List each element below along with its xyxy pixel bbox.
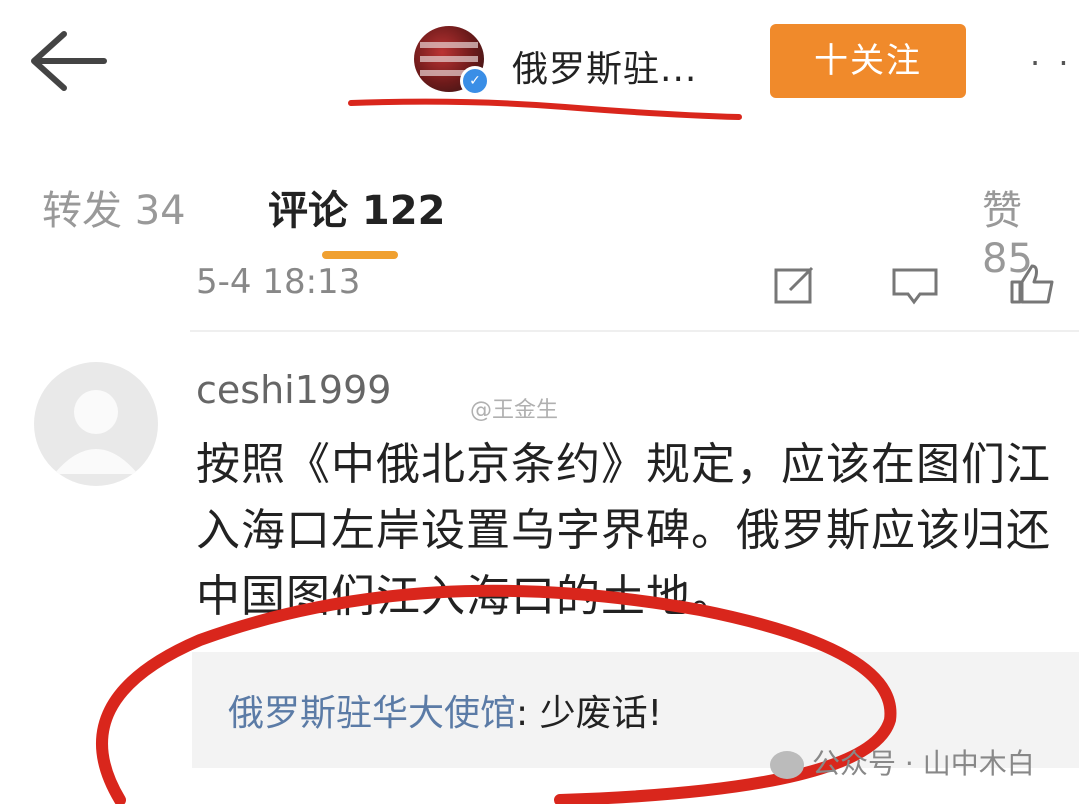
like-icon[interactable] — [1008, 262, 1058, 306]
red-underline-annotation — [348, 98, 742, 120]
arrow-left-icon — [31, 31, 107, 91]
wechat-icon — [770, 751, 804, 779]
reply-message: : 少废话! — [516, 693, 663, 734]
reply-author[interactable]: 俄罗斯驻华大使馆 — [228, 693, 516, 734]
account-avatar[interactable]: ✓ — [414, 26, 490, 96]
tab-repost[interactable]: 转发 34 — [42, 178, 186, 236]
commenter-username[interactable]: ceshi1999 — [196, 368, 391, 412]
active-tab-indicator — [322, 251, 398, 259]
account-name[interactable]: 俄罗斯驻... — [512, 40, 697, 92]
comment-body: 按照《中俄北京条约》规定，应该在图们江入海口左岸设置乌字界碑。俄罗斯应该归还中国… — [196, 439, 1051, 622]
previous-comment-timestamp: 5-4 18:13 — [196, 262, 361, 302]
more-options-button[interactable]: · · — [1030, 44, 1073, 82]
back-button[interactable] — [28, 30, 108, 92]
default-user-icon — [54, 390, 138, 474]
top-bar: ✓ 俄罗斯驻... 十关注 · · — [0, 0, 1079, 130]
tab-bar: 转发 34 评论 122 赞 85 — [0, 150, 1079, 282]
bottom-watermark-text: 公众号 · 山中木白 — [812, 747, 1035, 780]
tab-comments[interactable]: 评论 122 — [268, 178, 445, 236]
top-watermark: @王金生 — [470, 398, 559, 423]
comment-icon[interactable] — [890, 262, 940, 306]
edit-icon[interactable] — [772, 262, 822, 306]
bottom-watermark: 公众号 · 山中木白 — [770, 742, 1035, 782]
reply-text: 俄罗斯驻华大使馆: 少废话! — [228, 684, 662, 736]
comment-divider — [190, 330, 1079, 332]
follow-button[interactable]: 十关注 — [770, 24, 966, 98]
verified-badge-icon: ✓ — [460, 66, 490, 96]
commenter-avatar[interactable] — [34, 362, 158, 486]
